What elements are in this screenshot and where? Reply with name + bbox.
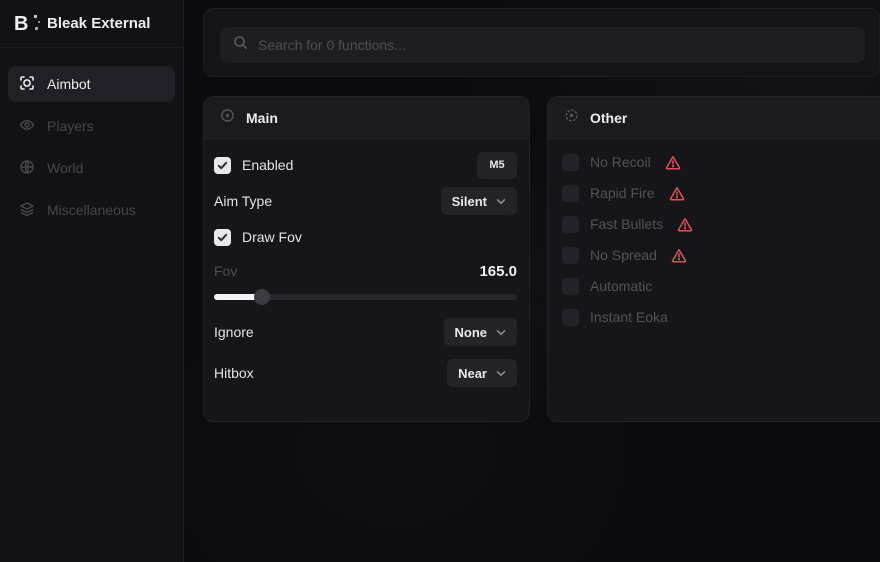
rapid-fire-label: Rapid Fire [590,185,655,201]
toggle-row-no-spread: No Spread [562,246,880,264]
draw-fov-checkbox[interactable] [214,229,231,246]
search-card: Search for 0 functions... [203,8,880,77]
toggle-row-rapid-fire: Rapid Fire [562,184,880,202]
checkmark-icon [217,232,228,243]
other-panel-body: No Recoil Rapid Fire Fast Bullets No Spr… [548,139,880,326]
toggle-row-fast-bullets: Fast Bullets [562,215,880,233]
main-panel-header: Main [204,97,529,139]
crosshair-scan-icon [19,75,35,94]
no-spread-label: No Spread [590,247,657,263]
instant-eoka-label: Instant Eoka [590,309,668,325]
aim-type-label: Aim Type [214,193,272,209]
search-placeholder: Search for 0 functions... [258,37,406,53]
hitbox-value: Near [458,366,487,381]
warning-icon [677,217,693,232]
sidebar-item-world[interactable]: World [8,150,175,186]
checkmark-icon [217,160,228,171]
enabled-checkbox[interactable] [214,157,231,174]
no-recoil-checkbox[interactable] [562,154,579,171]
sidebar-item-label: Aimbot [47,76,91,92]
app-title: Bleak External [47,15,150,32]
sidebar: B Bleak External Aimbot Players [0,0,184,562]
ignore-dropdown[interactable]: None [444,318,518,346]
sidebar-item-label: Miscellaneous [47,202,136,218]
logo-letter: B [14,12,36,36]
aim-type-dropdown[interactable]: Silent [441,187,517,215]
toggle-row-automatic: Automatic [562,277,880,295]
layers-icon [19,201,35,220]
aim-type-row: Aim Type Silent [214,187,517,215]
panel-title: Main [246,110,278,126]
sidebar-header: B Bleak External [0,0,183,48]
sidebar-item-aimbot[interactable]: Aimbot [8,66,175,102]
other-panel: Other No Recoil Rapid Fire Fast Bullets [547,96,880,422]
hitbox-label: Hitbox [214,365,254,381]
fast-bullets-label: Fast Bullets [590,216,663,232]
app-logo-icon: B [14,12,36,36]
ignore-label: Ignore [214,324,254,340]
sidebar-nav: Aimbot Players World [0,48,183,228]
panel-title: Other [590,110,627,126]
slider-thumb[interactable] [254,289,270,305]
sidebar-item-miscellaneous[interactable]: Miscellaneous [8,192,175,228]
fov-value: 165.0 [479,263,517,280]
eye-icon [19,117,35,136]
target-icon [220,108,235,128]
fov-value-row: Fov 165.0 [214,261,517,281]
no-spread-checkbox[interactable] [562,247,579,264]
ignore-row: Ignore None [214,317,517,347]
no-recoil-label: No Recoil [590,154,651,170]
sidebar-item-label: World [47,160,83,176]
chevron-down-icon [496,329,506,336]
globe-icon [19,159,35,178]
ignore-value: None [455,325,488,340]
fov-slider[interactable] [214,289,517,305]
instant-eoka-checkbox[interactable] [562,309,579,326]
warning-icon [665,155,681,170]
fast-bullets-checkbox[interactable] [562,216,579,233]
draw-fov-label: Draw Fov [242,229,302,245]
main-panel-body: Enabled M5 Aim Type Silent Draw Fov Fov … [204,139,529,388]
enabled-row: Enabled M5 [214,151,517,179]
hitbox-dropdown[interactable]: Near [447,359,517,387]
bleak-external-window: { "app": { "title": "Bleak External", "l… [0,0,880,562]
main-panel: Main Enabled M5 Aim Type Silent [203,96,530,422]
sidebar-item-label: Players [47,118,94,134]
gear-icon [564,108,579,128]
toggle-row-no-recoil: No Recoil [562,153,880,171]
chevron-down-icon [496,370,506,377]
sidebar-item-players[interactable]: Players [8,108,175,144]
warning-icon [669,186,685,201]
warning-icon [671,248,687,263]
toggle-row-instant-eoka: Instant Eoka [562,308,880,326]
aim-type-value: Silent [452,194,487,209]
draw-fov-row: Draw Fov [214,223,517,251]
other-panel-header: Other [548,97,880,139]
search-icon [233,35,248,55]
hitbox-row: Hitbox Near [214,358,517,388]
chevron-down-icon [496,198,506,205]
keybind-button[interactable]: M5 [477,152,517,179]
automatic-checkbox[interactable] [562,278,579,295]
automatic-label: Automatic [590,278,652,294]
rapid-fire-checkbox[interactable] [562,185,579,202]
enabled-label: Enabled [242,157,293,173]
search-input[interactable]: Search for 0 functions... [220,27,865,63]
fov-label: Fov [214,263,237,279]
